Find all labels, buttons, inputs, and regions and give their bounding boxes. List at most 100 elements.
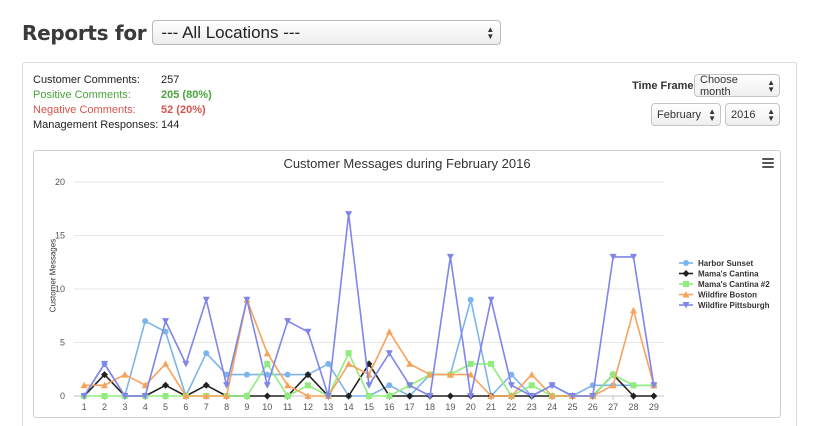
data-point — [650, 392, 658, 400]
report-panel: Customer Comments: 257 Positive Comments… — [22, 62, 797, 426]
stats-list: Customer Comments: 257 Positive Comments… — [33, 73, 212, 133]
stat-value: 205 (80%) — [161, 89, 212, 101]
legend-label: Harbor Sunset — [698, 259, 753, 268]
year-select-value: 2016 — [731, 108, 756, 121]
data-point — [101, 393, 108, 399]
x-tick-label: 12 — [303, 402, 313, 412]
data-point — [446, 392, 454, 400]
up-down-arrow-icon: ▲ ▼ — [767, 106, 775, 123]
legend-marker — [683, 281, 689, 287]
data-point — [284, 318, 292, 325]
legend-label: Wildfire Pittsburgh — [698, 301, 770, 310]
x-tick-label: 14 — [344, 402, 354, 412]
x-tick-label: 17 — [405, 402, 415, 412]
data-point — [366, 393, 372, 399]
month-select-value: February — [657, 108, 702, 121]
stat-positive-comments: Positive Comments: 205 (80%) — [33, 88, 212, 103]
stat-label: Management Responses: — [33, 119, 159, 131]
data-point — [202, 381, 210, 389]
x-tick-label: 20 — [466, 402, 476, 412]
location-select-value: --- All Locations --- — [161, 22, 301, 42]
legend-label: Wildfire Boston — [698, 291, 757, 300]
data-point — [264, 360, 271, 367]
data-point — [386, 382, 393, 389]
data-point — [142, 318, 149, 325]
stat-management-responses: Management Responses: 144 — [33, 118, 212, 133]
stat-value: 257 — [161, 74, 180, 86]
data-point — [528, 382, 535, 389]
stat-label: Positive Comments: — [33, 89, 131, 101]
x-tick-label: 15 — [364, 402, 374, 412]
data-point — [304, 328, 312, 336]
data-point — [386, 393, 393, 399]
x-tick-label: 1 — [82, 402, 87, 412]
data-point — [345, 211, 353, 218]
up-down-arrow-icon: ▲ ▼ — [708, 106, 716, 123]
stat-label: Customer Comments: — [33, 74, 140, 86]
x-tick-label: 23 — [527, 402, 537, 412]
month-select[interactable]: February ▲ ▼ — [651, 103, 721, 126]
x-tick-label: 13 — [323, 402, 333, 412]
data-point — [467, 296, 474, 303]
chart-container: Customer Messages during February 2016 C… — [33, 150, 781, 418]
data-point — [345, 350, 352, 357]
legend-marker — [683, 260, 689, 266]
x-tick-label: 26 — [588, 402, 598, 412]
x-tick-label: 2 — [102, 402, 107, 412]
y-tick-label: 0 — [60, 391, 65, 401]
timeframe-label: Time Frame — [632, 80, 694, 92]
series-line — [83, 213, 655, 397]
x-tick-label: 9 — [244, 402, 249, 412]
year-select[interactable]: 2016 ▲ ▼ — [725, 103, 780, 126]
up-down-arrow-icon: ▲ ▼ — [486, 24, 495, 41]
x-tick-label: 4 — [143, 402, 148, 412]
y-tick-label: 20 — [55, 177, 65, 187]
x-tick-label: 21 — [486, 402, 496, 412]
page-header: Reports for --- All Locations --- ▲ ▼ — [22, 20, 502, 45]
stat-negative-comments: Negative Comments: 52 (20%) — [33, 103, 212, 118]
legend-label: Mama's Cantina — [698, 270, 759, 279]
x-tick-label: 3 — [122, 402, 127, 412]
x-tick-label: 22 — [506, 402, 516, 412]
x-tick-label: 16 — [384, 402, 394, 412]
data-point — [365, 382, 373, 389]
data-point — [487, 296, 495, 304]
y-tick-label: 5 — [60, 338, 65, 348]
data-point — [630, 382, 637, 389]
x-tick-label: 11 — [283, 402, 292, 412]
data-point — [263, 392, 271, 400]
data-point — [629, 306, 637, 314]
data-point — [121, 371, 129, 378]
legend-marker — [682, 270, 690, 277]
data-point — [528, 371, 536, 378]
x-tick-label: 24 — [547, 402, 557, 412]
x-tick-label: 7 — [204, 402, 209, 412]
x-tick-label: 18 — [425, 402, 435, 412]
stat-value: 52 (20%) — [161, 104, 206, 116]
data-point — [182, 360, 190, 368]
x-tick-label: 29 — [649, 402, 659, 412]
x-tick-label: 10 — [262, 402, 272, 412]
x-tick-label: 19 — [445, 402, 455, 412]
x-tick-label: 25 — [567, 402, 577, 412]
data-point — [162, 318, 170, 325]
up-down-arrow-icon: ▲ ▼ — [767, 77, 775, 94]
location-select[interactable]: --- All Locations --- ▲ ▼ — [152, 20, 502, 45]
data-point — [263, 382, 271, 389]
data-point — [446, 253, 454, 261]
data-point — [385, 328, 393, 335]
data-point — [202, 296, 210, 304]
data-point — [162, 381, 170, 389]
timeframe-select[interactable]: Choose month ▲ ▼ — [694, 74, 780, 98]
data-point — [467, 360, 474, 367]
chart-plot: 051015201 2 3 4 5 6 7 8 9 10 11 12 13 14 15 16 17 18 19 20 2… — [55, 177, 770, 412]
data-point — [243, 393, 250, 399]
data-point — [284, 371, 291, 378]
x-tick-label: 6 — [183, 402, 188, 412]
legend-label: Mama's Cantina #2 — [698, 280, 770, 289]
data-point — [325, 360, 332, 367]
data-point — [263, 349, 271, 357]
page-title: Reports for — [22, 20, 147, 45]
x-tick-label: 5 — [163, 402, 168, 412]
x-tick-label: 28 — [628, 402, 638, 412]
